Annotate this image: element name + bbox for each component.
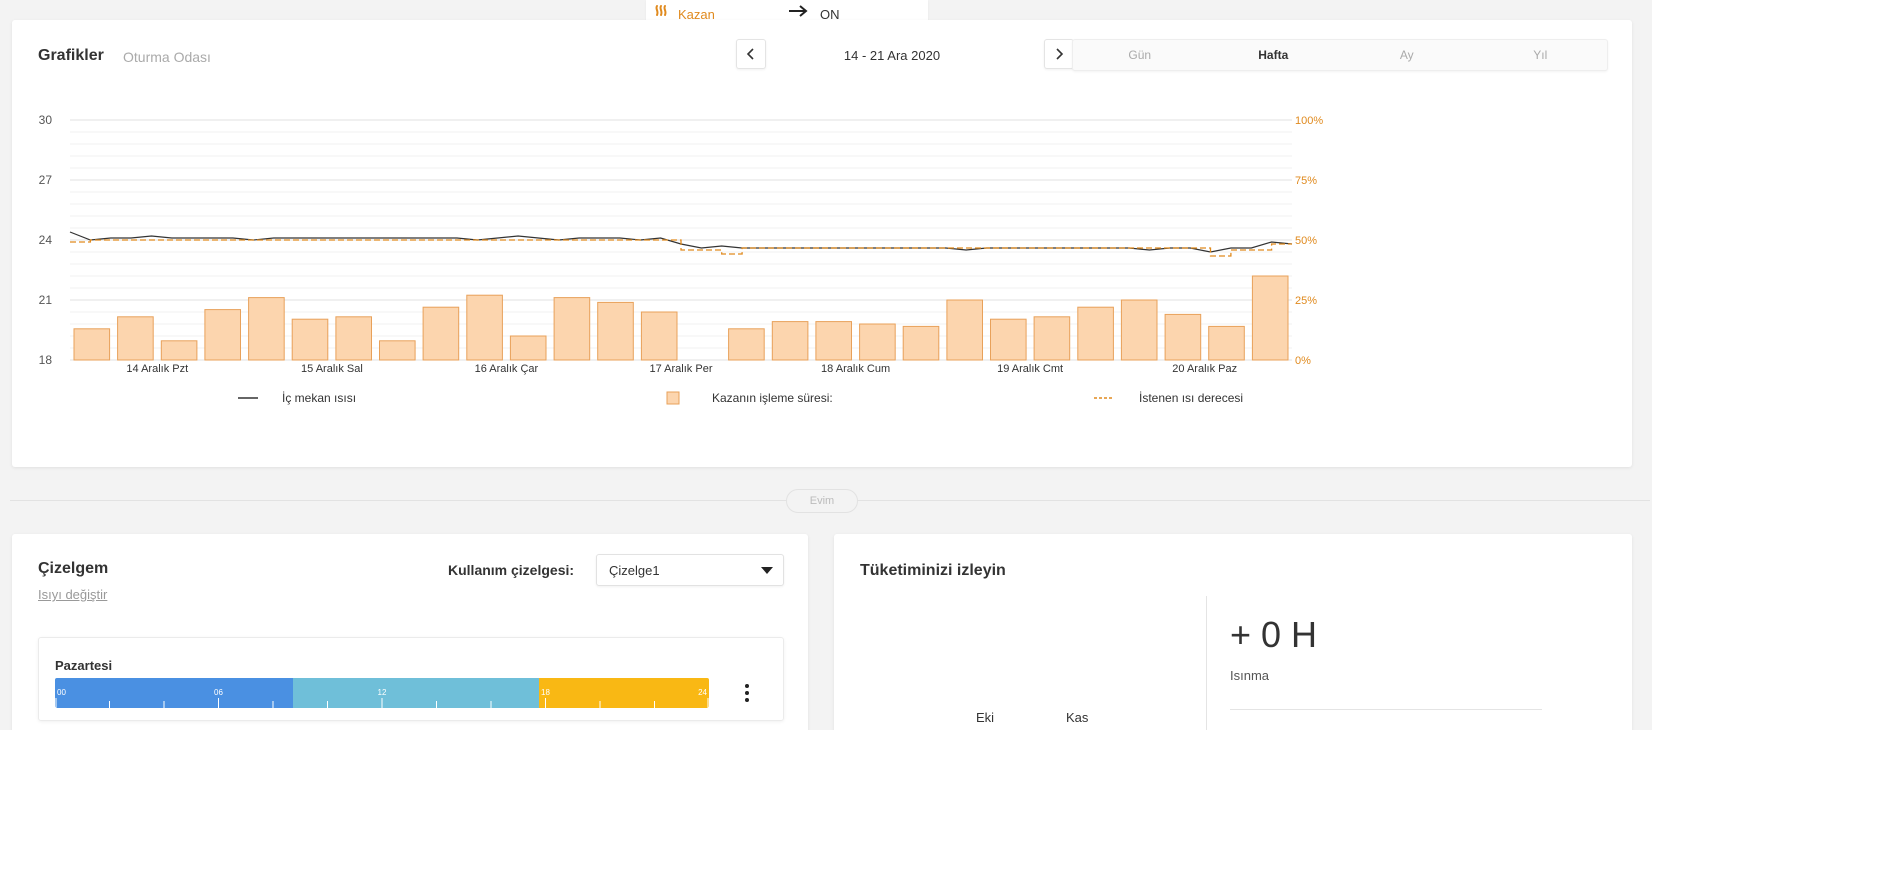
y-tick-label: 21	[39, 293, 53, 307]
hour-label: 18	[541, 688, 550, 697]
x-tick-label: 17 Aralık Per	[650, 363, 713, 375]
y-tick-label: 18	[39, 353, 53, 367]
schedule-card: Çizelgem Isıyı değiştir Kullanım çizelge…	[12, 534, 808, 730]
y-right-tick-label: 0%	[1295, 355, 1311, 367]
day-name: Pazartesi	[55, 658, 113, 673]
hour-label: 06	[214, 688, 223, 697]
boiler-bar	[117, 316, 154, 361]
y-right-tick-label: 25%	[1295, 295, 1317, 307]
hour-label: 12	[378, 688, 387, 697]
boiler-bar	[466, 294, 503, 361]
y-right-tick-label: 100%	[1295, 115, 1323, 127]
boiler-bar	[204, 309, 241, 361]
x-tick-label: 20 Aralık Paz	[1172, 363, 1237, 375]
tab-day[interactable]: Gün	[1073, 40, 1207, 70]
tab-week[interactable]: Hafta	[1207, 40, 1341, 70]
tab-year[interactable]: Yıl	[1474, 40, 1608, 70]
month-label: Eki	[976, 710, 995, 725]
schedule-select[interactable]: Çizelge1	[596, 554, 784, 586]
consumption-title: Tüketiminizi izleyin	[860, 562, 1006, 579]
x-tick-label: 18 Aralık Cum	[821, 363, 890, 375]
flame-icon	[655, 5, 667, 16]
boiler-bar	[597, 301, 634, 361]
consumption-separator	[1206, 596, 1207, 730]
day-schedule-ticks: 00 06 12 18 24	[55, 688, 709, 708]
heating-hours-value: + 0 H	[1230, 614, 1318, 655]
temperature-chart: 30 27 24 21 18 100% 75% 50% 25% 0% 14 Aralık Pzt 15…	[39, 113, 1324, 405]
boiler-bar	[728, 328, 765, 361]
consumption-card: Tüketiminizi izleyin Eki Kas + 0 H Isınm…	[834, 534, 1632, 730]
boiler-bar	[379, 340, 416, 361]
y-tick-label: 24	[39, 233, 53, 247]
x-tick-label: 19 Aralık Cmt	[997, 363, 1063, 375]
next-week-button[interactable]	[1044, 39, 1074, 69]
y-tick-label: 30	[39, 113, 53, 127]
change-temperature-link[interactable]: Isıyı değiştir	[38, 587, 107, 602]
period-tabs: Gün Hafta Ay Yıl	[1072, 39, 1608, 71]
app-background: Kazan ON Grafikler Oturma Odası 14 - 21 …	[0, 0, 1652, 730]
arrow-right-icon	[789, 5, 808, 17]
boiler-bar	[422, 306, 460, 361]
boiler-bar	[1077, 306, 1114, 361]
boiler-bar	[1251, 275, 1289, 361]
hour-label: 00	[57, 688, 66, 697]
date-range: 14 - 21 Ara 2020	[843, 48, 941, 63]
boiler-bar	[1208, 325, 1245, 361]
boiler-bar	[291, 318, 329, 361]
boiler-bar	[509, 335, 547, 361]
legend-label: İstenen ısı derecesi	[1139, 391, 1243, 405]
boiler-bar	[1164, 313, 1202, 361]
boiler-bar	[815, 321, 853, 361]
x-tick-label: 14 Aralık Pzt	[126, 363, 188, 375]
boiler-bar	[640, 311, 678, 361]
legend-label: Kazanın işleme süresi:	[712, 391, 833, 405]
schedule-title: Çizelgem	[38, 560, 109, 577]
graphs-card: Grafikler Oturma Odası 14 - 21 Ara 2020 …	[12, 20, 1632, 467]
boiler-bar	[248, 297, 285, 361]
prev-week-button[interactable]	[736, 39, 766, 69]
boiler-bar	[73, 328, 111, 361]
chevron-right-icon	[1056, 48, 1064, 60]
x-tick-label: 16 Aralık Çar	[475, 363, 539, 375]
hour-label: 24	[698, 688, 707, 697]
boiler-bar	[335, 316, 372, 361]
boiler-bar	[859, 323, 896, 361]
boiler-bar	[771, 321, 809, 361]
legend-label: İç mekan ısısı	[282, 391, 356, 405]
usage-schedule-label: Kullanım çizelgesi:	[448, 562, 575, 578]
consumption-divider	[1230, 709, 1542, 710]
home-divider-label: Evim	[786, 489, 858, 513]
y-right-tick-label: 75%	[1295, 175, 1317, 187]
boiler-bar	[946, 299, 984, 361]
boiler-bar	[1120, 299, 1158, 361]
y-tick-label: 27	[39, 173, 53, 187]
blank-area	[1652, 0, 1902, 875]
legend-bar-icon	[666, 391, 680, 405]
graphs-title: Grafikler	[38, 47, 104, 64]
boiler-bar	[902, 325, 940, 361]
boiler-bar	[990, 318, 1027, 361]
chevron-left-icon	[746, 48, 754, 60]
day-schedule-row: Pazartesi 00 06 12 18 24	[38, 637, 784, 721]
caret-down-icon	[761, 567, 773, 574]
schedule-select-value: Çizelge1	[609, 563, 660, 578]
x-tick-label: 15 Aralık Sal	[301, 363, 363, 375]
heating-label: Isınma	[1230, 668, 1270, 683]
month-label: Kas	[1066, 710, 1089, 725]
y-right-tick-label: 50%	[1295, 235, 1317, 247]
more-options-icon[interactable]	[739, 682, 755, 704]
boiler-bar	[160, 340, 198, 361]
tab-month[interactable]: Ay	[1340, 40, 1474, 70]
boiler-bar	[553, 297, 591, 361]
boiler-bar	[1033, 316, 1071, 361]
room-name[interactable]: Oturma Odası	[123, 49, 211, 65]
